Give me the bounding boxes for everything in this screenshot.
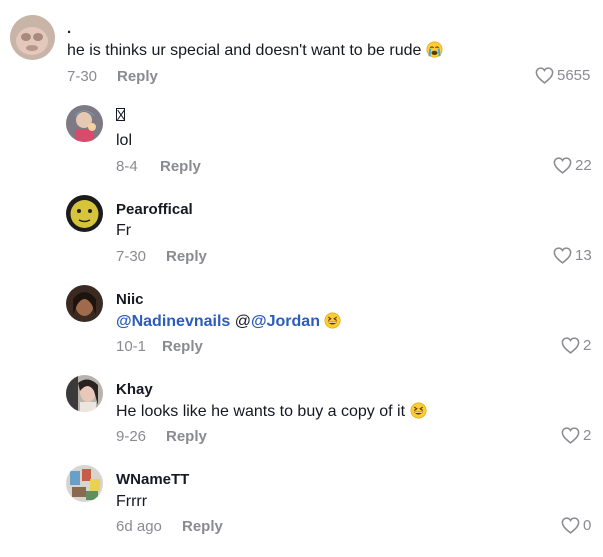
reply-comment: Khay He looks like he wants to buy a cop… (0, 365, 603, 455)
heart-outline-icon (561, 427, 580, 444)
mention-at: @ (234, 313, 252, 330)
comment-username[interactable]: . (67, 20, 71, 37)
comment-date: 10-1 (116, 338, 147, 355)
comment-username[interactable]: Khay (116, 381, 153, 398)
comment-username[interactable]: Pearoffical (116, 201, 193, 218)
heart-outline-icon (561, 337, 580, 354)
comment-username[interactable] (116, 108, 125, 125)
comment-date: 7-30 (67, 68, 98, 85)
reply-button[interactable]: Reply (117, 68, 158, 85)
comment-date: 7-30 (116, 248, 147, 265)
crying-face-emoji-icon (426, 41, 443, 58)
heart-outline-icon (553, 247, 572, 264)
like-button[interactable]: 5655 (535, 67, 590, 84)
reply-button[interactable]: Reply (182, 518, 223, 535)
reply-button[interactable]: Reply (162, 338, 203, 355)
comment-text: @Nadinevnails @@Jordan (116, 312, 341, 331)
reply-button[interactable]: Reply (166, 428, 207, 445)
like-count: 0 (583, 517, 592, 534)
comment-text-body: He looks like he wants to buy a copy of … (116, 403, 406, 420)
avatar[interactable] (66, 285, 103, 322)
like-button[interactable]: 0 (561, 517, 591, 534)
comment-text-body: he is thinks ur special and doesn't want… (67, 42, 422, 59)
missing-glyph-icon (116, 108, 125, 121)
like-count: 2 (583, 427, 592, 444)
reply-comment: lol 8-4 Reply 22 (0, 95, 603, 185)
grinning-squinting-face-emoji-icon (410, 402, 426, 419)
like-count: 5655 (557, 67, 591, 84)
comment-text: Frrrr (116, 493, 148, 510)
like-button[interactable]: 2 (561, 427, 591, 444)
heart-outline-icon (535, 67, 554, 84)
mention-link[interactable]: @Nadinevnails (116, 313, 230, 330)
grinning-squinting-face-emoji-icon (324, 312, 341, 329)
avatar[interactable] (66, 375, 103, 412)
avatar[interactable] (10, 15, 55, 60)
mention-link[interactable]: @Jordan (251, 313, 320, 330)
avatar[interactable] (66, 465, 103, 502)
comment-date: 6d ago (116, 518, 162, 535)
like-count: 2 (583, 337, 592, 354)
comment-username[interactable]: WNameTT (116, 471, 189, 488)
comment-top-level: . he is thinks ur special and doesn't wa… (0, 0, 603, 95)
like-count: 13 (575, 247, 592, 264)
like-button[interactable]: 22 (553, 157, 592, 174)
comment-date: 8-4 (116, 158, 138, 175)
reply-comment: Niic @Nadinevnails @@Jordan 10-1 Reply 2 (0, 275, 603, 365)
reply-comment: Pearoffical Fr 7-30 Reply 13 (0, 185, 603, 275)
comment-text: Fr (116, 222, 132, 239)
comment-text: he is thinks ur special and doesn't want… (67, 41, 443, 60)
like-button[interactable]: 2 (561, 337, 591, 354)
comment-text: He looks like he wants to buy a copy of … (116, 402, 427, 421)
comment-text: lol (116, 132, 133, 149)
reply-button[interactable]: Reply (160, 158, 201, 175)
reply-button[interactable]: Reply (166, 248, 207, 265)
heart-outline-icon (561, 517, 580, 534)
like-count: 22 (575, 157, 592, 174)
avatar[interactable] (66, 105, 103, 142)
avatar[interactable] (66, 195, 103, 232)
comment-date: 9-26 (116, 428, 147, 445)
reply-comment: WNameTT Frrrr 6d ago Reply 0 (0, 455, 603, 557)
like-button[interactable]: 13 (553, 247, 592, 264)
comment-username[interactable]: Niic (116, 291, 144, 308)
heart-outline-icon (553, 157, 572, 174)
